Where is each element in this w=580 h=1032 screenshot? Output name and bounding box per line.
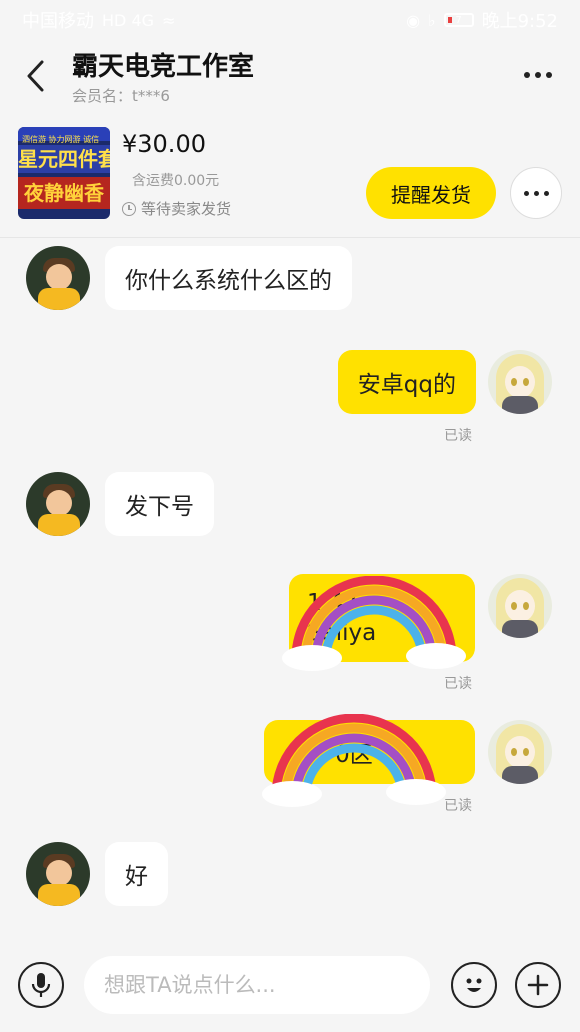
message-text: 0区 [284, 742, 373, 768]
message-bubble[interactable]: 1 47 Saliya [289, 574, 475, 662]
voice-button[interactable] [18, 962, 64, 1008]
header-titles: 霸天电竞工作室 会员名：t***6 [72, 46, 254, 106]
microphone-icon [31, 973, 51, 997]
thumb-tags: 泗信游 协力网游 诚信 [18, 127, 110, 144]
thumb-tags-text: 泗信游 协力网游 诚信 [22, 135, 100, 144]
status-bar: 中国移动 HD 4G ≈ ◉ ♭ 7 晚上9:52 [0, 0, 580, 40]
message-bubble[interactable]: 好 [105, 842, 168, 906]
back-button[interactable] [0, 40, 72, 112]
product-thumbnail[interactable]: 泗信游 协力网游 诚信 星元四件套 夜静幽香 [18, 127, 110, 219]
read-receipt: 已读 [444, 798, 472, 814]
message-bubble[interactable]: 安卓qq的 [337, 350, 476, 414]
mute-icon: ♭ [428, 10, 436, 30]
input-bar [0, 948, 580, 1032]
battery-icon: 7 [443, 13, 474, 27]
message-text: 1 47 [307, 590, 359, 616]
clock-icon [122, 201, 136, 216]
message-text-line2: Saliya [307, 620, 377, 646]
message-text: 发下号 [125, 494, 194, 520]
seller-avatar[interactable] [26, 246, 90, 310]
read-receipt: 已读 [444, 676, 472, 692]
thumb-subtitle: 夜静幽香 [18, 177, 110, 209]
carrier-label: 中国移动 [22, 11, 94, 32]
clock-time: 晚上9:52 [481, 11, 558, 32]
emoji-face-icon [466, 978, 482, 992]
my-avatar[interactable] [488, 574, 552, 638]
network-label: HD 4G [102, 10, 155, 30]
message-text: 安卓qq的 [357, 372, 456, 398]
plus-icon [527, 974, 549, 996]
remind-ship-button[interactable]: 提醒发货 [366, 167, 496, 219]
thumb-title: 星元四件套 [18, 145, 110, 173]
message-text: 好 [125, 864, 148, 890]
message-text: 你什么系统什么区的 [125, 268, 332, 294]
battery-level: 7 [455, 14, 462, 26]
shipping-fee: 含运费0.00元 [132, 173, 220, 189]
my-avatar[interactable] [488, 720, 552, 784]
order-status: 等待卖家发货 [122, 198, 231, 219]
add-attachment-button[interactable] [515, 962, 561, 1008]
chat-header: 霸天电竞工作室 会员名：t***6 [0, 40, 580, 112]
order-status-text: 等待卖家发货 [141, 200, 232, 218]
my-avatar[interactable] [488, 350, 552, 414]
order-more-button[interactable] [510, 167, 562, 219]
more-dots-icon [524, 72, 552, 78]
chat-messages[interactable]: 你什么系统什么区的 安卓qq的 已读 发下号 1 47 Saliya 已读 0区 [0, 238, 580, 948]
wifi-icon: ≈ [162, 10, 176, 30]
order-price: ¥30.00 [122, 130, 206, 158]
seller-avatar[interactable] [26, 472, 90, 536]
order-more-dots-icon [523, 190, 549, 196]
read-receipt: 已读 [444, 428, 472, 444]
message-input[interactable] [84, 956, 430, 1014]
message-bubble[interactable]: 0区 [264, 720, 475, 784]
order-card[interactable]: 泗信游 协力网游 诚信 星元四件套 夜静幽香 ¥30.00 含运费0.00元 等… [0, 112, 580, 238]
eye-icon: ◉ [406, 10, 421, 30]
member-name: 会员名：t***6 [72, 87, 170, 105]
more-options-button[interactable] [520, 60, 556, 90]
status-left: 中国移动 HD 4G ≈ [22, 7, 175, 33]
emoji-button[interactable] [451, 962, 497, 1008]
message-bubble[interactable]: 你什么系统什么区的 [105, 246, 352, 310]
back-arrow-icon [27, 60, 44, 92]
message-bubble[interactable]: 发下号 [105, 472, 214, 536]
seller-avatar[interactable] [26, 842, 90, 906]
shop-name: 霸天电竞工作室 [72, 52, 255, 82]
status-right: ◉ ♭ 7 晚上9:52 [406, 7, 558, 33]
